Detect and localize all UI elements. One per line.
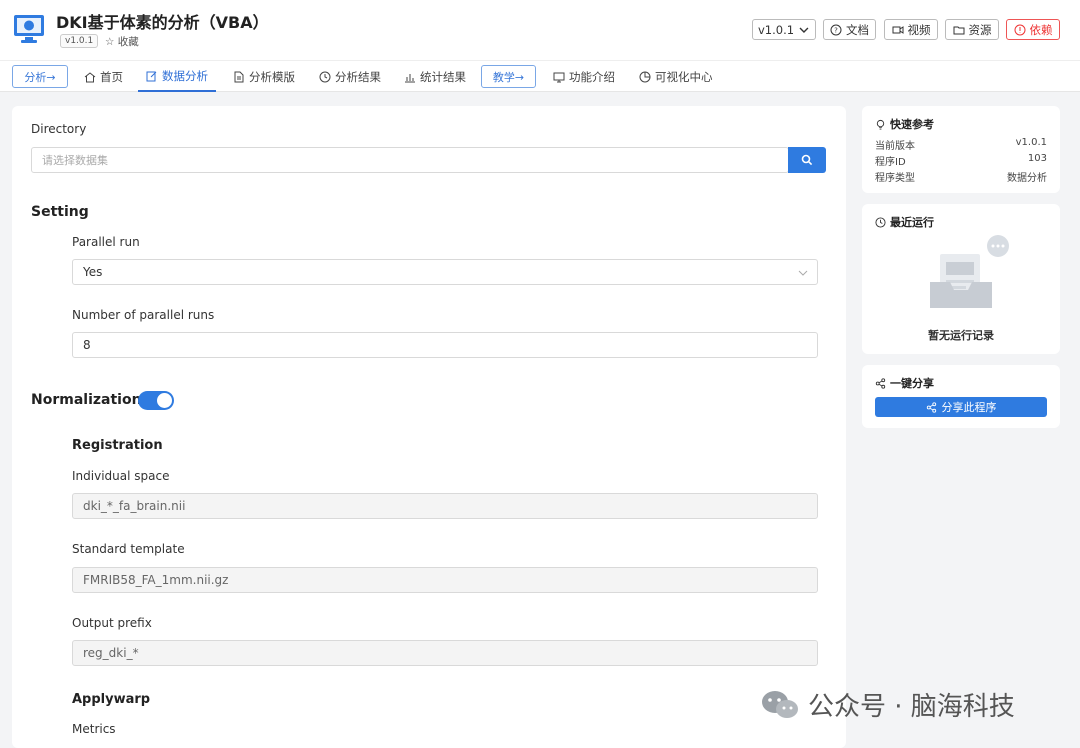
- quick-ref-key: 当前版本: [875, 141, 915, 152]
- num-parallel-input[interactable]: 8: [72, 332, 818, 358]
- num-parallel-label: Number of parallel runs: [72, 308, 215, 322]
- share-title: 一键分享: [875, 375, 934, 391]
- standard-template-label: Standard template: [72, 542, 185, 556]
- normalization-toggle[interactable]: [138, 391, 174, 410]
- version-select[interactable]: v1.0.1: [752, 19, 816, 40]
- individual-space-label: Individual space: [72, 469, 170, 483]
- quick-ref-value: v1.0.1: [1015, 137, 1047, 148]
- tab-data-analysis[interactable]: 数据分析: [138, 61, 216, 92]
- clock-icon: [319, 71, 331, 82]
- folder-icon: [953, 26, 964, 34]
- quick-ref-title: 快速参考: [875, 116, 934, 132]
- top-nav: 分析→ 首页 数据分析 分析模版 分析结果 统计结果 教学→ 功能介绍 可视化中…: [0, 60, 1080, 92]
- share-icon: [926, 401, 936, 413]
- quick-ref-row: 程序类型 数据分析: [875, 169, 1047, 184]
- wechat-icon: [762, 690, 798, 718]
- tab-templates[interactable]: 分析模版: [233, 61, 295, 92]
- dependencies-label: 依赖: [1029, 22, 1053, 37]
- directory-search-button[interactable]: [788, 147, 826, 173]
- parallel-run-select[interactable]: Yes: [72, 259, 818, 285]
- monitor-logo-icon: [14, 15, 44, 43]
- video-icon: [892, 25, 903, 34]
- quick-ref-key: 程序ID: [875, 157, 906, 168]
- tab-results-label: 分析结果: [335, 69, 381, 84]
- recent-runs-empty-text: 暂无运行记录: [928, 329, 994, 342]
- resources-label: 资源: [968, 22, 992, 37]
- tab-visualization[interactable]: 可视化中心: [639, 61, 713, 92]
- recent-runs-card: 最近运行 暂无运行记录: [862, 204, 1060, 354]
- edit-icon: [146, 71, 157, 81]
- applywarp-title: Applywarp: [72, 692, 151, 707]
- metrics-label: Metrics: [72, 722, 116, 736]
- share-title-text: 一键分享: [890, 377, 934, 390]
- form-panel: Directory 请选择数据集 Setting Parallel run Ye…: [12, 106, 846, 748]
- video-label: 视频: [907, 22, 931, 37]
- quick-ref-card: 快速参考 当前版本 v1.0.1 程序ID 103 程序类型 数据分析: [862, 106, 1060, 193]
- directory-input[interactable]: 请选择数据集: [31, 147, 789, 173]
- version-select-label: v1.0.1: [758, 22, 795, 37]
- watermark: 公众号 · 脑海科技: [760, 686, 1015, 723]
- share-card: 一键分享 分享此程序: [862, 365, 1060, 428]
- tab-statistics-label: 统计结果: [420, 69, 466, 84]
- recent-runs-title-text: 最近运行: [890, 216, 934, 229]
- alert-circle-icon: [1014, 24, 1025, 35]
- share-program-button[interactable]: 分享此程序: [875, 397, 1047, 417]
- normalization-title: Normalization: [31, 392, 142, 408]
- tab-results[interactable]: 分析结果: [319, 61, 381, 92]
- app-header: DKI基于体素的分析（VBA） v1.0.1 ☆ 收藏 v1.0.1 ? 文档 …: [0, 0, 1080, 60]
- tab-templates-label: 分析模版: [249, 69, 295, 84]
- version-badge: v1.0.1: [60, 34, 99, 48]
- file-icon: [234, 71, 244, 82]
- quick-ref-title-text: 快速参考: [890, 118, 934, 131]
- standard-template-input[interactable]: FMRIB58_FA_1mm.nii.gz: [72, 567, 818, 593]
- directory-label: Directory: [31, 122, 87, 136]
- output-prefix-input[interactable]: reg_dki_*: [72, 640, 818, 666]
- tab-statistics[interactable]: 统计结果: [404, 61, 466, 92]
- chevron-down-icon: [799, 27, 809, 33]
- resources-button[interactable]: 资源: [945, 19, 999, 40]
- quick-ref-key: 程序类型: [875, 173, 915, 184]
- analysis-nav-button[interactable]: 分析→: [12, 65, 68, 88]
- setting-title: Setting: [31, 204, 89, 220]
- clock-icon: [875, 216, 886, 228]
- teaching-nav-button[interactable]: 教学→: [481, 65, 536, 88]
- page-title: DKI基于体素的分析（VBA）: [56, 13, 269, 32]
- dependencies-button[interactable]: 依赖: [1006, 19, 1060, 40]
- favorite-button[interactable]: ☆ 收藏: [105, 34, 139, 49]
- tab-features[interactable]: 功能介绍: [553, 61, 615, 92]
- chevron-down-icon: [798, 270, 808, 276]
- lightbulb-icon: [876, 119, 885, 130]
- svg-text:?: ?: [834, 26, 838, 34]
- home-icon: [84, 71, 96, 82]
- tab-visualization-label: 可视化中心: [655, 69, 713, 84]
- bar-chart-icon: [405, 73, 415, 82]
- output-prefix-label: Output prefix: [72, 616, 152, 630]
- quick-ref-value: 103: [1027, 153, 1047, 164]
- tab-home[interactable]: 首页: [84, 61, 123, 92]
- share-program-label: 分享此程序: [941, 401, 997, 414]
- tab-home-label: 首页: [100, 69, 123, 84]
- toggle-knob: [157, 393, 172, 408]
- parallel-run-value: Yes: [83, 265, 103, 279]
- help-circle-icon: ?: [830, 24, 842, 35]
- recent-runs-title: 最近运行: [875, 214, 934, 230]
- registration-title: Registration: [72, 438, 163, 453]
- quick-ref-value: 数据分析: [1007, 173, 1047, 184]
- video-button[interactable]: 视频: [884, 19, 938, 40]
- pie-icon: [639, 71, 651, 82]
- empty-inbox-icon: [930, 235, 1009, 308]
- parallel-run-label: Parallel run: [72, 235, 140, 249]
- search-icon: [801, 154, 813, 166]
- individual-space-input[interactable]: dki_*_fa_brain.nii: [72, 493, 818, 519]
- monitor-icon: [553, 72, 565, 82]
- tab-features-label: 功能介绍: [569, 69, 615, 84]
- quick-ref-row: 当前版本 v1.0.1: [875, 137, 1047, 152]
- tab-data-analysis-label: 数据分析: [162, 68, 208, 83]
- quick-ref-row: 程序ID 103: [875, 153, 1047, 168]
- share-icon: [875, 377, 886, 389]
- docs-label: 文档: [846, 22, 869, 37]
- docs-button[interactable]: ? 文档: [823, 19, 876, 40]
- watermark-text: 公众号 · 脑海科技: [808, 692, 1015, 722]
